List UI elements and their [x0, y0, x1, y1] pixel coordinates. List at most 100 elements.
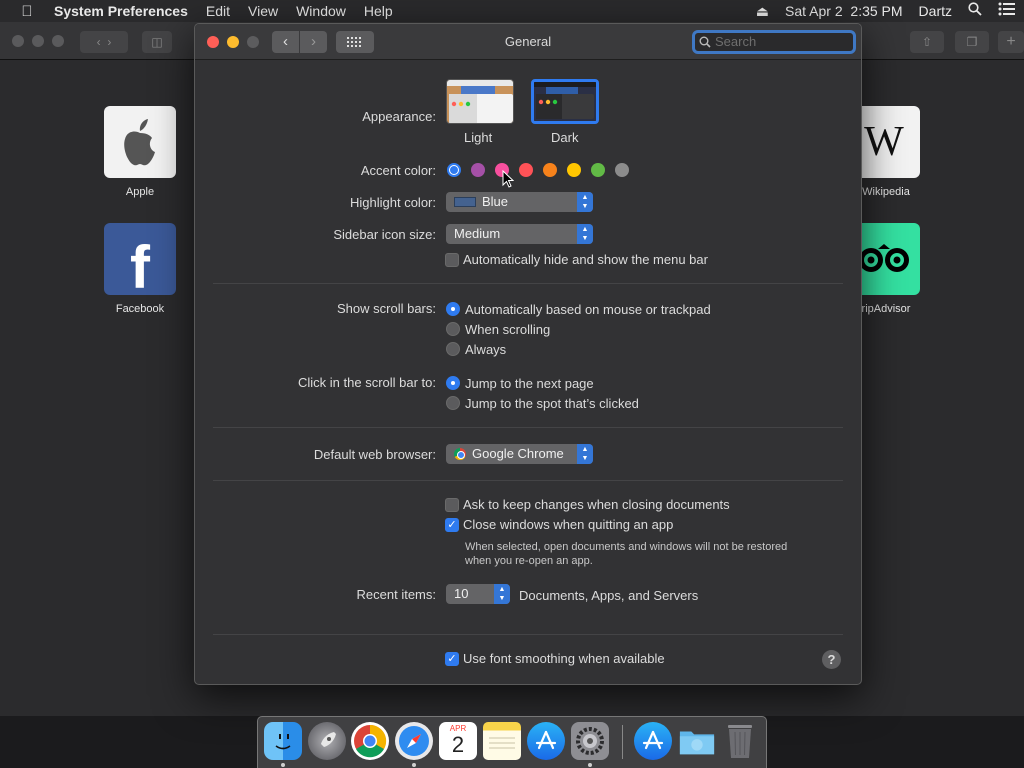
accent-graphite[interactable]: [615, 163, 629, 177]
mouse-cursor-icon: [502, 170, 514, 188]
recent-items-popup[interactable]: 10 ▲ ▼: [446, 584, 510, 604]
ask-keep-changes-checkbox[interactable]: [445, 498, 459, 512]
app-menu[interactable]: System Preferences: [54, 0, 197, 22]
safari-share-icon[interactable]: ⇧: [910, 31, 944, 53]
ask-keep-changes-label[interactable]: Ask to keep changes when closing documen…: [463, 497, 730, 512]
favorite-facebook[interactable]: f: [104, 223, 176, 301]
recent-items-suffix: Documents, Apps, and Servers: [519, 588, 699, 603]
jump-spot-radio[interactable]: [446, 396, 460, 410]
menu-view[interactable]: View: [239, 0, 287, 22]
window-titlebar: ‹ › General Search: [195, 24, 861, 60]
favorite-apple[interactable]: [104, 106, 176, 178]
font-smoothing-label[interactable]: Use font smoothing when available: [463, 651, 665, 666]
popup-arrows-icon: ▲ ▼: [577, 224, 593, 244]
scroll-when-scrolling-radio[interactable]: [446, 322, 460, 336]
separator: [213, 480, 843, 481]
safari-running-indicator: [412, 763, 416, 767]
notes-icon[interactable]: [483, 722, 521, 760]
calendar-icon[interactable]: APR 2: [439, 722, 477, 760]
highlight-color-value: Blue: [482, 194, 509, 209]
scroll-bars-label: Show scroll bars:: [337, 301, 436, 316]
autohide-menubar-checkbox[interactable]: [445, 253, 459, 267]
appearance-label: Appearance:: [362, 109, 436, 124]
safari-sidebar-icon[interactable]: ◫: [142, 31, 172, 53]
app-store-a-icon: [642, 730, 664, 750]
app-store-icon[interactable]: [527, 722, 565, 760]
wikipedia-logo-icon: W: [864, 119, 904, 165]
jump-spot-label[interactable]: Jump to the spot that’s clicked: [465, 396, 639, 411]
safari-tabs-icon[interactable]: ❐: [955, 31, 989, 53]
popup-arrows-icon: ▲ ▼: [494, 584, 510, 604]
sidebar-icon-size-label: Sidebar icon size:: [333, 227, 436, 242]
launchpad-icon[interactable]: [308, 722, 346, 760]
favorite-apple-label: Apple: [125, 186, 155, 198]
accent-green[interactable]: [591, 163, 605, 177]
facebook-logo-icon: f: [130, 233, 150, 301]
chrome-dock-icon[interactable]: [351, 722, 389, 760]
sidebar-icon-size-value: Medium: [454, 226, 501, 241]
finder-face-icon: [275, 734, 291, 750]
jump-next-page-label[interactable]: Jump to the next page: [465, 376, 594, 391]
dark-theme-thumbnail: [534, 82, 596, 121]
jump-next-page-radio[interactable]: [446, 376, 460, 390]
scroll-always-label[interactable]: Always: [465, 342, 506, 357]
highlight-swatch: [454, 197, 476, 207]
scroll-auto-radio[interactable]: [446, 302, 460, 316]
trash-icon[interactable]: [721, 722, 759, 760]
menu-clock[interactable]: Sat Apr 2 2:35 PM: [777, 0, 911, 22]
close-windows-note-line2: when you re-open an app.: [465, 555, 593, 567]
menu-edit[interactable]: Edit: [197, 0, 239, 22]
appearance-dark-label[interactable]: Dark: [551, 130, 578, 145]
eject-icon[interactable]: ⏏: [748, 0, 777, 22]
notification-center-icon[interactable]: [990, 0, 1024, 22]
scroll-always-radio[interactable]: [446, 342, 460, 356]
accent-red[interactable]: [519, 163, 533, 177]
light-theme-thumbnail: [447, 80, 513, 123]
scroll-click-label: Click in the scroll bar to:: [298, 375, 436, 390]
safari-close-button[interactable]: [12, 35, 24, 47]
appearance-light-label[interactable]: Light: [464, 130, 492, 145]
accent-purple[interactable]: [471, 163, 485, 177]
menu-bar:  System Preferences Edit View Window He…: [0, 0, 1024, 22]
close-windows-checkbox[interactable]: ✓: [445, 518, 459, 532]
scroll-auto-label[interactable]: Automatically based on mouse or trackpad: [465, 302, 711, 317]
search-input[interactable]: Search: [692, 30, 856, 54]
safari-new-tab-icon[interactable]: +: [998, 31, 1024, 53]
finder-icon[interactable]: [264, 722, 302, 760]
system-preferences-icon[interactable]: [571, 722, 609, 760]
popup-arrows-icon: ▲ ▼: [577, 444, 593, 464]
help-button[interactable]: ?: [822, 650, 841, 669]
menu-user[interactable]: Dartz: [911, 0, 960, 22]
default-browser-label: Default web browser:: [313, 447, 436, 462]
font-smoothing-checkbox[interactable]: ✓: [445, 652, 459, 666]
safari-back-forward[interactable]: ‹ ›: [80, 31, 128, 53]
appearance-dark-option[interactable]: [531, 79, 599, 124]
safari-zoom-button[interactable]: [52, 35, 64, 47]
close-windows-label[interactable]: Close windows when quitting an app: [463, 517, 673, 532]
highlight-color-popup[interactable]: Blue ▲ ▼: [446, 192, 593, 212]
appearance-light-option[interactable]: [446, 79, 514, 124]
downloads-folder-icon[interactable]: [678, 722, 716, 760]
accent-orange[interactable]: [543, 163, 557, 177]
accent-yellow[interactable]: [567, 163, 581, 177]
accent-blue[interactable]: [447, 163, 461, 177]
apple-menu-icon[interactable]: : [0, 3, 54, 20]
scroll-when-scrolling-label[interactable]: When scrolling: [465, 322, 550, 337]
highlight-color-label: Highlight color:: [350, 195, 436, 210]
folder-icon: [679, 731, 715, 755]
menu-help[interactable]: Help: [355, 0, 402, 22]
compass-icon: [399, 726, 429, 756]
tripadvisor-owl-icon: [859, 244, 909, 272]
safari-minimize-button[interactable]: [32, 35, 44, 47]
finder-running-indicator: [281, 763, 285, 767]
default-browser-popup[interactable]: Google Chrome ▲ ▼: [446, 444, 593, 464]
apple-logo-icon: [124, 119, 155, 166]
recent-items-label: Recent items:: [356, 587, 436, 602]
autohide-menubar-label[interactable]: Automatically hide and show the menu bar: [463, 252, 708, 267]
applications-folder-icon[interactable]: [634, 722, 672, 760]
spotlight-icon[interactable]: [960, 0, 990, 22]
safari-dock-icon[interactable]: [395, 722, 433, 760]
general-preferences-window: ‹ › General Search Appearance: Light Dar…: [194, 23, 862, 685]
menu-window[interactable]: Window: [287, 0, 355, 22]
sidebar-icon-size-popup[interactable]: Medium ▲ ▼: [446, 224, 593, 244]
